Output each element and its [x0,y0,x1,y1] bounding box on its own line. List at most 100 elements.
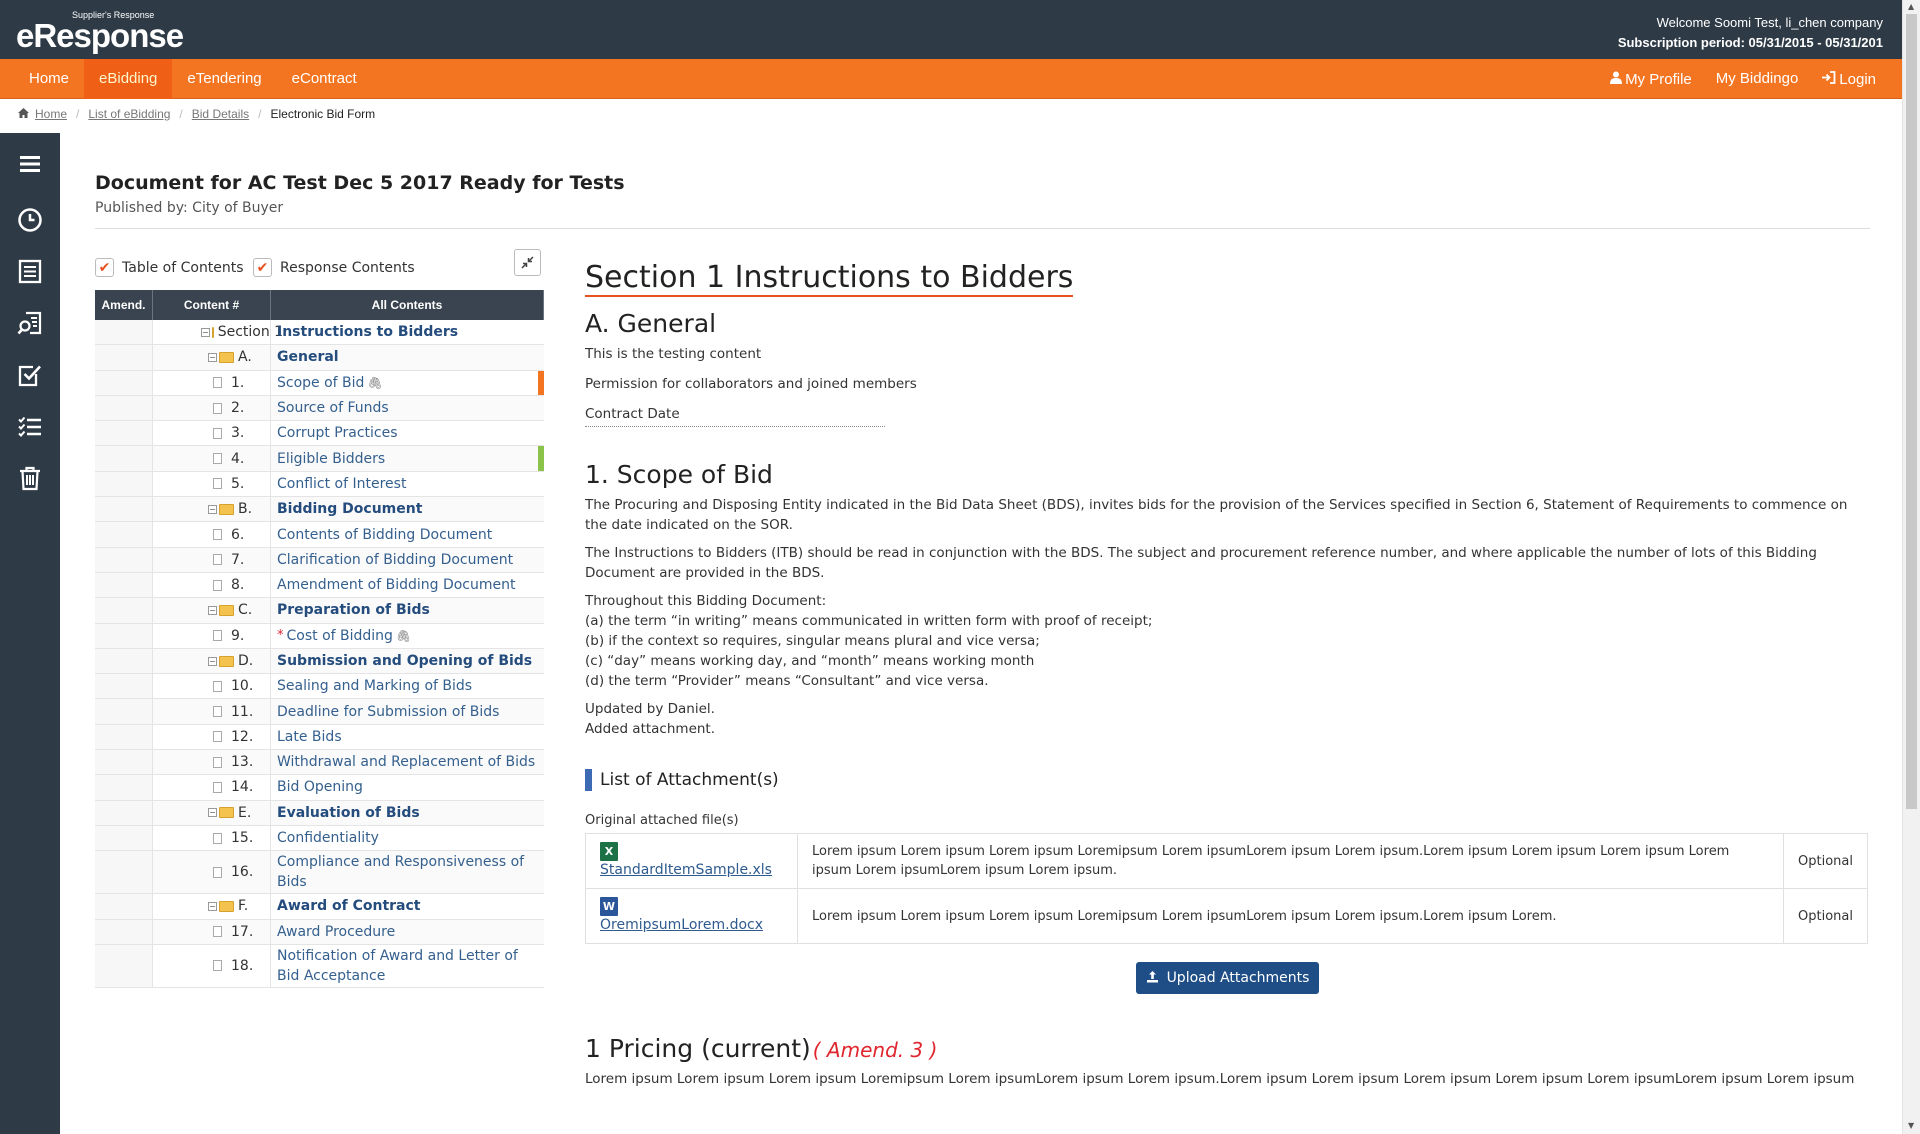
search-document-icon[interactable] [0,303,60,343]
content-link[interactable]: Notification of Award and Letter of Bid … [271,945,544,987]
nav-ebidding[interactable]: eBidding [84,59,173,99]
content-number: 9. [231,627,245,644]
checklist-icon[interactable] [0,407,60,447]
table-row[interactable]: − C. Preparation of Bids [95,598,544,624]
scroll-down-icon[interactable]: ▼ [1908,1121,1914,1130]
checkbox-checked-icon[interactable]: ✔ [253,258,272,277]
content-number: 2. [231,400,245,417]
table-row[interactable]: − F. Award of Contract [95,894,544,920]
table-row[interactable]: 13. Withdrawal and Replacement of Bids [95,750,544,776]
content-link[interactable]: Award Procedure [271,920,544,944]
table-row[interactable]: 2. Source of Funds [95,395,544,422]
response-toggle[interactable]: ✔ Response Contents [253,258,415,277]
trash-icon[interactable] [0,458,60,498]
list-icon[interactable] [0,251,60,291]
table-row[interactable]: 6. Contents of Bidding Document [95,522,544,548]
content-link[interactable]: Corrupt Practices [271,421,544,445]
content-link[interactable]: General [271,345,544,369]
table-row[interactable]: − A. General [95,345,544,371]
content-link[interactable]: Amendment of Bidding Document [271,573,544,597]
content-link[interactable]: Instructions to Bidders [271,320,544,344]
content-link[interactable]: Source of Funds [271,396,544,420]
table-row[interactable]: 14. Bid Opening [95,775,544,801]
content-link[interactable]: Withdrawal and Replacement of Bids [271,750,544,774]
collapse-toggle-icon[interactable]: − [208,605,217,615]
content-link[interactable]: Eligible Bidders [271,446,544,470]
content-link[interactable]: Deadline for Submission of Bids [271,699,544,723]
collapse-toggle-icon[interactable]: − [208,656,217,666]
nav-etendering[interactable]: eTendering [172,59,276,99]
content-link[interactable]: Preparation of Bids [271,598,544,622]
content-number: F. [238,898,249,915]
table-row[interactable]: 9. * Cost of Bidding 🖇 [95,623,544,649]
checkbox-icon[interactable] [0,355,60,395]
content-link[interactable]: Confidentiality [271,826,544,850]
nav-econtract[interactable]: eContract [277,59,372,99]
table-row[interactable]: 3. Corrupt Practices [95,421,544,447]
checkbox-checked-icon[interactable]: ✔ [95,258,114,277]
content-link[interactable]: Contents of Bidding Document [271,522,544,546]
content-link[interactable]: * Cost of Bidding 🖇 [271,624,544,648]
breadcrumb-list-ebidding[interactable]: List of eBidding [88,107,170,121]
collapse-toggle-icon[interactable]: − [208,352,217,362]
table-row[interactable]: − B. Bidding Document [95,497,544,523]
content-link[interactable]: Bidding Document [271,497,544,521]
content-link[interactable]: Late Bids [271,725,544,749]
clock-icon[interactable] [0,200,60,240]
collapse-toggle-icon[interactable]: − [208,901,217,911]
content-link[interactable]: Evaluation of Bids [271,801,544,825]
table-row[interactable]: 17. Award Procedure [95,919,544,945]
breadcrumb-home[interactable]: Home [35,107,67,121]
table-row[interactable]: 1. Scope of Bid 🖇 [95,370,544,396]
scroll-up-icon[interactable]: ▲ [1908,2,1914,11]
content-number: 14. [231,779,254,796]
table-row[interactable]: 5. Conflict of Interest [95,471,544,498]
attachment-icon: 🖇 [395,628,412,643]
toc-toggle[interactable]: ✔ Table of Contents [95,258,244,277]
vertical-scrollbar[interactable]: ▲ ▼ [1902,0,1920,1134]
collapse-toggle-icon[interactable]: − [208,504,217,514]
collapse-toggle-icon[interactable]: − [201,327,210,337]
table-row[interactable]: 7. Clarification of Bidding Document [95,547,544,573]
table-row[interactable]: 8. Amendment of Bidding Document [95,572,544,599]
content-link[interactable]: Compliance and Responsiveness of Bids [271,851,544,893]
content-link[interactable]: Conflict of Interest [271,472,544,496]
collapse-icon[interactable] [514,249,541,276]
amend-cell [95,471,153,497]
table-row[interactable]: − Section 1 Instructions to Bidders [95,320,544,346]
breadcrumb-bid-details[interactable]: Bid Details [192,107,249,121]
attachment-link[interactable]: OremipsumLorem.docx [600,917,763,933]
table-row[interactable]: 11. Deadline for Submission of Bids [95,699,544,725]
content-link[interactable]: Award of Contract [271,894,544,918]
nav-my-profile[interactable]: My Profile [1598,59,1704,99]
content-title: Sealing and Marking of Bids [277,678,473,695]
content-link[interactable]: Clarification of Bidding Document [271,548,544,572]
file-icon [213,680,222,692]
nav-my-biddingo[interactable]: My Biddingo [1704,59,1811,99]
file-icon [213,960,222,972]
content-link[interactable]: Bid Opening [271,775,544,799]
collapse-toggle-icon[interactable]: − [208,808,217,818]
table-row[interactable]: 16. Compliance and Responsiveness of Bids [95,851,544,895]
table-row[interactable]: − D. Submission and Opening of Bids [95,648,544,675]
table-row[interactable]: 15. Confidentiality [95,825,544,852]
content-number: 17. [231,923,254,940]
table-row[interactable]: − E. Evaluation of Bids [95,800,544,826]
table-row[interactable]: 4. Eligible Bidders [95,446,544,472]
scrollbar-thumb[interactable] [1906,14,1917,809]
attachment-link[interactable]: StandardItemSample.xls [600,862,772,878]
table-row[interactable]: 18. Notification of Award and Letter of B… [95,944,544,988]
nav-home[interactable]: Home [14,59,84,99]
amend-cell [95,699,153,724]
content-title: Bidding Document [277,501,423,518]
content-link[interactable]: Sealing and Marking of Bids [271,674,544,698]
content-link[interactable]: Scope of Bid 🖇 [271,371,544,395]
content-link[interactable]: Submission and Opening of Bids [271,649,544,673]
table-row[interactable]: 10. Sealing and Marking of Bids [95,674,544,700]
amend-cell [95,919,153,944]
table-row[interactable]: 12. Late Bids [95,724,544,751]
upload-attachments-button[interactable]: Upload Attachments [1135,962,1320,994]
nav-login[interactable]: Login [1810,59,1888,99]
contract-date-field[interactable]: Contract Date [585,404,885,427]
menu-icon[interactable] [0,144,60,184]
